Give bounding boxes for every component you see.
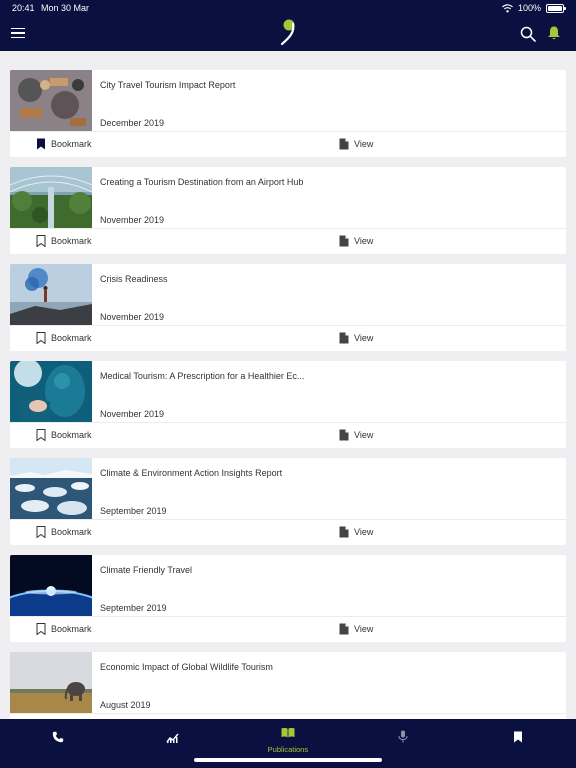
- publication-thumbnail[interactable]: [10, 458, 92, 519]
- publication-date: November 2019: [100, 409, 165, 419]
- view-button[interactable]: View: [339, 235, 373, 247]
- document-icon: [339, 526, 349, 538]
- document-icon: [339, 332, 349, 344]
- document-icon: [339, 138, 349, 150]
- publication-thumbnail[interactable]: [10, 167, 92, 228]
- view-label: View: [354, 333, 374, 343]
- card-divider: [10, 325, 566, 326]
- card-divider: [10, 422, 566, 423]
- book-icon: [281, 725, 295, 743]
- search-icon[interactable]: [520, 26, 536, 42]
- bookmark-button[interactable]: Bookmark: [36, 235, 92, 247]
- tab-bookmarks[interactable]: [461, 719, 576, 759]
- bookmark-button[interactable]: Bookmark: [36, 526, 92, 538]
- publication-title[interactable]: Economic Impact of Global Wildlife Touri…: [100, 662, 273, 672]
- card-divider: [10, 131, 566, 132]
- bookmark-label: Bookmark: [51, 430, 92, 440]
- publication-date: August 2019: [100, 700, 151, 710]
- status-date: Mon 30 Mar: [41, 3, 90, 13]
- battery-icon: [546, 3, 566, 13]
- tab-label: Publications: [267, 744, 309, 754]
- publication-title[interactable]: Crisis Readiness: [100, 274, 168, 284]
- bookmark-label: Bookmark: [51, 236, 92, 246]
- publication-thumbnail[interactable]: [10, 555, 92, 616]
- microphone-icon: [398, 730, 408, 748]
- publication-title[interactable]: Creating a Tourism Destination from an A…: [100, 177, 303, 187]
- publication-thumbnail[interactable]: [10, 264, 92, 325]
- bell-icon[interactable]: [547, 25, 561, 41]
- view-label: View: [354, 624, 374, 634]
- battery-percent: 100%: [517, 3, 541, 13]
- bookmark-button[interactable]: Bookmark: [36, 429, 92, 441]
- publication-card[interactable]: Creating a Tourism Destination from an A…: [10, 167, 566, 254]
- publication-thumbnail[interactable]: [10, 361, 92, 422]
- hamburger-icon[interactable]: [11, 28, 25, 39]
- publication-card[interactable]: Medical Tourism: A Prescription for a He…: [10, 361, 566, 448]
- view-label: View: [354, 236, 374, 246]
- tab-stats[interactable]: [115, 719, 230, 759]
- publication-title[interactable]: Medical Tourism: A Prescription for a He…: [100, 371, 304, 381]
- publication-title[interactable]: Climate & Environment Action Insights Re…: [100, 468, 282, 478]
- bookmark-button[interactable]: Bookmark: [36, 332, 92, 344]
- publication-card[interactable]: Climate & Environment Action Insights Re…: [10, 458, 566, 545]
- tab-publications[interactable]: Publications: [230, 719, 345, 759]
- card-divider: [10, 519, 566, 520]
- status-bar: 20:41 Mon 30 Mar 100%: [0, 3, 576, 15]
- view-button[interactable]: View: [339, 623, 373, 635]
- view-label: View: [354, 527, 374, 537]
- view-button[interactable]: View: [339, 332, 373, 344]
- view-button[interactable]: View: [339, 138, 373, 150]
- document-icon: [339, 623, 349, 635]
- bookmark-icon: [36, 332, 46, 344]
- publication-date: September 2019: [100, 603, 167, 613]
- bookmark-icon: [36, 235, 46, 247]
- publication-thumbnail[interactable]: [10, 652, 92, 713]
- view-label: View: [354, 430, 374, 440]
- bookmark-label: Bookmark: [51, 527, 92, 537]
- view-label: View: [354, 139, 374, 149]
- card-divider: [10, 616, 566, 617]
- bookmark-icon: [36, 429, 46, 441]
- app-logo-icon: [280, 19, 295, 46]
- view-button[interactable]: View: [339, 526, 373, 538]
- bookmark-button[interactable]: Bookmark: [36, 138, 92, 150]
- publication-card[interactable]: Crisis Readiness November 2019 Bookmark Vie…: [10, 264, 566, 351]
- bookmark-icon: [36, 526, 46, 538]
- bookmark-label: Bookmark: [51, 624, 92, 634]
- bookmark-button[interactable]: Bookmark: [36, 623, 92, 635]
- status-right: 100%: [502, 3, 566, 13]
- bookmark-label: Bookmark: [51, 139, 92, 149]
- publication-date: November 2019: [100, 312, 165, 322]
- top-bar: 20:41 Mon 30 Mar 100%: [0, 0, 576, 51]
- document-icon: [339, 235, 349, 247]
- publication-title[interactable]: Climate Friendly Travel: [100, 565, 192, 575]
- document-icon: [339, 429, 349, 441]
- publication-card[interactable]: City Travel Tourism Impact Report Decembe…: [10, 70, 566, 157]
- publication-date: September 2019: [100, 506, 167, 516]
- bookmark-icon: [513, 730, 523, 748]
- chart-icon: [166, 730, 179, 748]
- bookmark-icon: [36, 623, 46, 635]
- home-indicator: [194, 758, 382, 762]
- tab-podcasts[interactable]: [346, 719, 461, 759]
- publication-thumbnail[interactable]: [10, 70, 92, 131]
- wifi-icon: [502, 3, 513, 12]
- bookmark-label: Bookmark: [51, 333, 92, 343]
- publication-card[interactable]: Climate Friendly Travel September 2019 Boo…: [10, 555, 566, 642]
- bookmark-icon: [37, 138, 45, 150]
- battery-fill: [548, 5, 562, 11]
- card-divider: [10, 713, 566, 714]
- publication-date: November 2019: [100, 215, 165, 225]
- view-button[interactable]: View: [339, 429, 373, 441]
- publication-date: December 2019: [100, 118, 165, 128]
- publication-title[interactable]: City Travel Tourism Impact Report: [100, 80, 235, 90]
- card-divider: [10, 228, 566, 229]
- status-time: 20:41: [12, 3, 35, 13]
- tab-phone[interactable]: [0, 719, 115, 759]
- phone-icon: [52, 730, 64, 748]
